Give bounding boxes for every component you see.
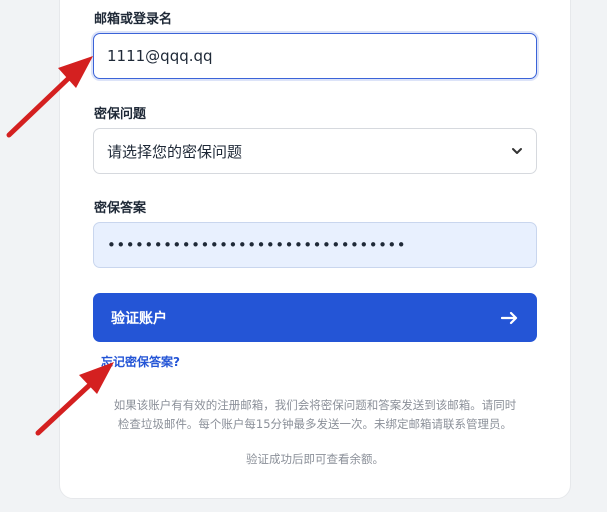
answer-field[interactable]: ••••••••••••••••••••••••••••••••	[93, 222, 537, 268]
arrow-right-icon	[501, 311, 518, 324]
question-selected-value: 请选择您的密保问题	[107, 142, 243, 161]
help-note-line-2: 检查垃圾邮件。每个账户每15分钟最多发送一次。未绑定邮箱请联系管理员。	[117, 417, 513, 431]
forgot-answer-link[interactable]: 忘记密保答案?	[101, 353, 180, 370]
answer-label: 密保答案	[94, 201, 147, 216]
help-note-line-1: 如果该账户有有效的注册邮箱，我们会将密保问题和答案发送到该邮箱。请同时	[113, 398, 517, 412]
help-note: 如果该账户有有效的注册邮箱，我们会将密保问题和答案发送到该邮箱。请同时 检查垃圾…	[93, 396, 537, 434]
question-label: 密保问题	[94, 107, 147, 122]
verify-account-label: 验证账户	[111, 310, 167, 327]
email-value: 1111@qqq.qq	[107, 47, 213, 65]
footer-note: 验证成功后即可查看余额。	[246, 452, 384, 466]
email-label: 邮箱或登录名	[94, 12, 173, 27]
answer-masked-value: ••••••••••••••••••••••••••••••••	[107, 236, 407, 254]
chevron-down-icon	[512, 148, 522, 154]
email-field[interactable]: 1111@qqq.qq	[93, 33, 537, 79]
verify-account-button[interactable]: 验证账户	[93, 293, 537, 342]
question-select[interactable]: 请选择您的密保问题	[93, 128, 537, 174]
